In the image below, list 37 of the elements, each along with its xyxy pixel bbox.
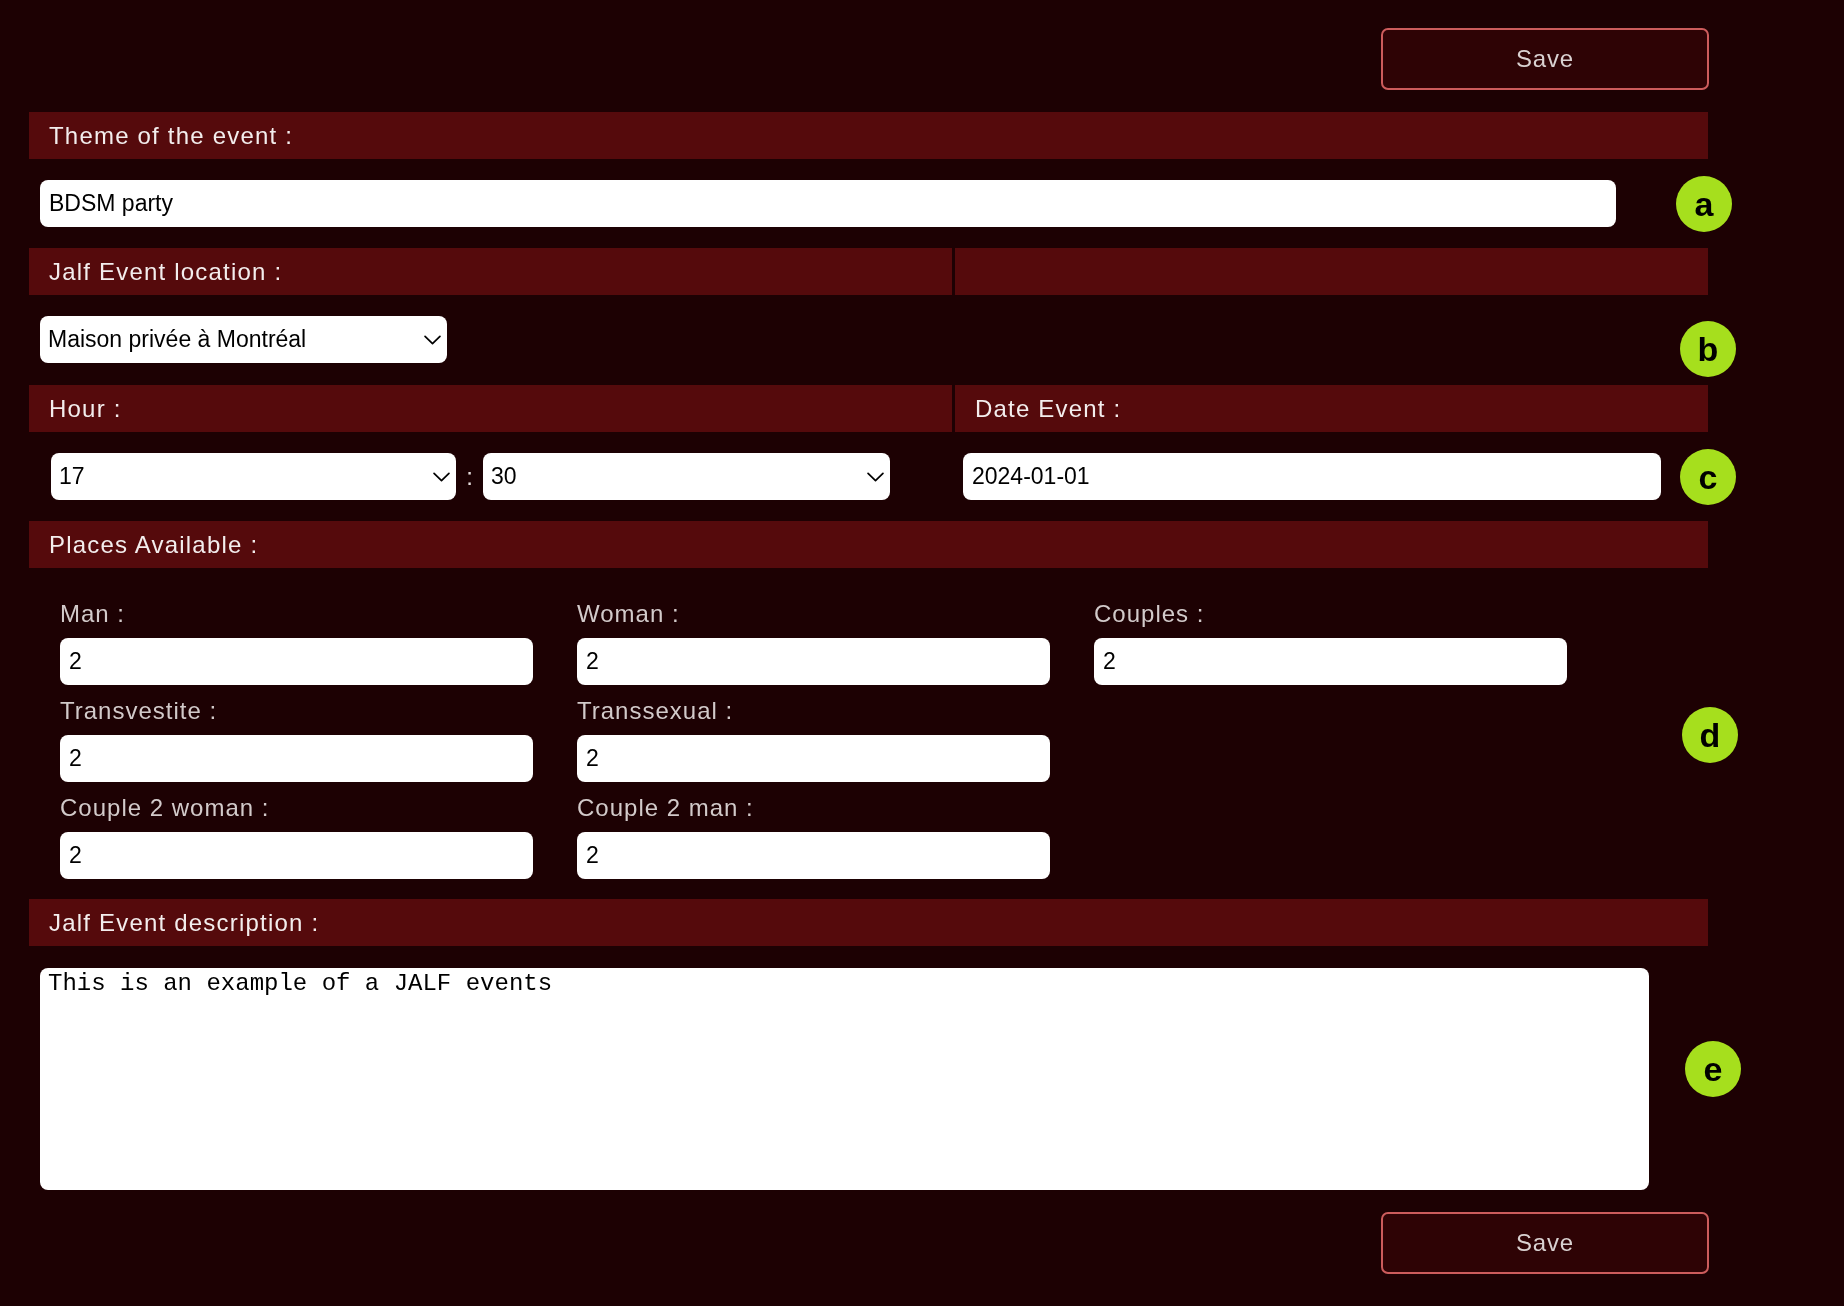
letter-marker: a xyxy=(1676,175,1732,232)
chevron-down-icon xyxy=(867,471,884,482)
letter-marker: d xyxy=(1682,707,1738,763)
save-button[interactable]: Save xyxy=(1381,1212,1709,1274)
text-input[interactable]: 2 xyxy=(60,638,533,685)
section-header: Jalf Event description : xyxy=(29,899,1708,946)
description-textarea[interactable]: This is an example of a JALF events xyxy=(40,968,1649,1190)
field-label: Couple 2 man : xyxy=(577,795,754,821)
text-input[interactable]: 2024-01-01 xyxy=(963,453,1661,500)
section-header: Jalf Event location : xyxy=(29,248,952,295)
time-separator: : xyxy=(465,461,474,492)
field-label: Transsexual : xyxy=(577,698,734,724)
field-label: Transvestite : xyxy=(60,698,218,724)
dropdown-select[interactable]: 17 xyxy=(51,453,456,500)
field-label: Man : xyxy=(60,601,126,627)
letter-marker: c xyxy=(1680,448,1736,505)
save-button[interactable]: Save xyxy=(1381,28,1709,90)
field-label: Couples : xyxy=(1094,601,1205,627)
letter-marker: b xyxy=(1680,321,1736,377)
section-header: Theme of the event : xyxy=(29,112,1708,159)
text-input[interactable]: 2 xyxy=(60,735,533,782)
dropdown-select[interactable]: 30 xyxy=(483,453,890,500)
text-input[interactable]: 2 xyxy=(577,735,1050,782)
section-header: Places Available : xyxy=(29,521,1708,568)
chevron-down-icon xyxy=(424,334,441,345)
section-header: Hour : xyxy=(29,385,952,432)
letter-marker: e xyxy=(1685,1041,1741,1097)
chevron-down-icon xyxy=(433,471,450,482)
section-header: Date Event : xyxy=(955,385,1708,432)
text-input[interactable]: 2 xyxy=(577,638,1050,685)
text-input[interactable]: 2 xyxy=(1094,638,1567,685)
dropdown-select[interactable]: Maison privée à Montréal xyxy=(40,316,447,363)
text-input[interactable]: 2 xyxy=(577,832,1050,879)
text-input[interactable]: BDSM party xyxy=(40,180,1616,227)
field-label: Couple 2 woman : xyxy=(60,795,270,821)
text-input[interactable]: 2 xyxy=(60,832,533,879)
field-label: Woman : xyxy=(577,601,680,627)
